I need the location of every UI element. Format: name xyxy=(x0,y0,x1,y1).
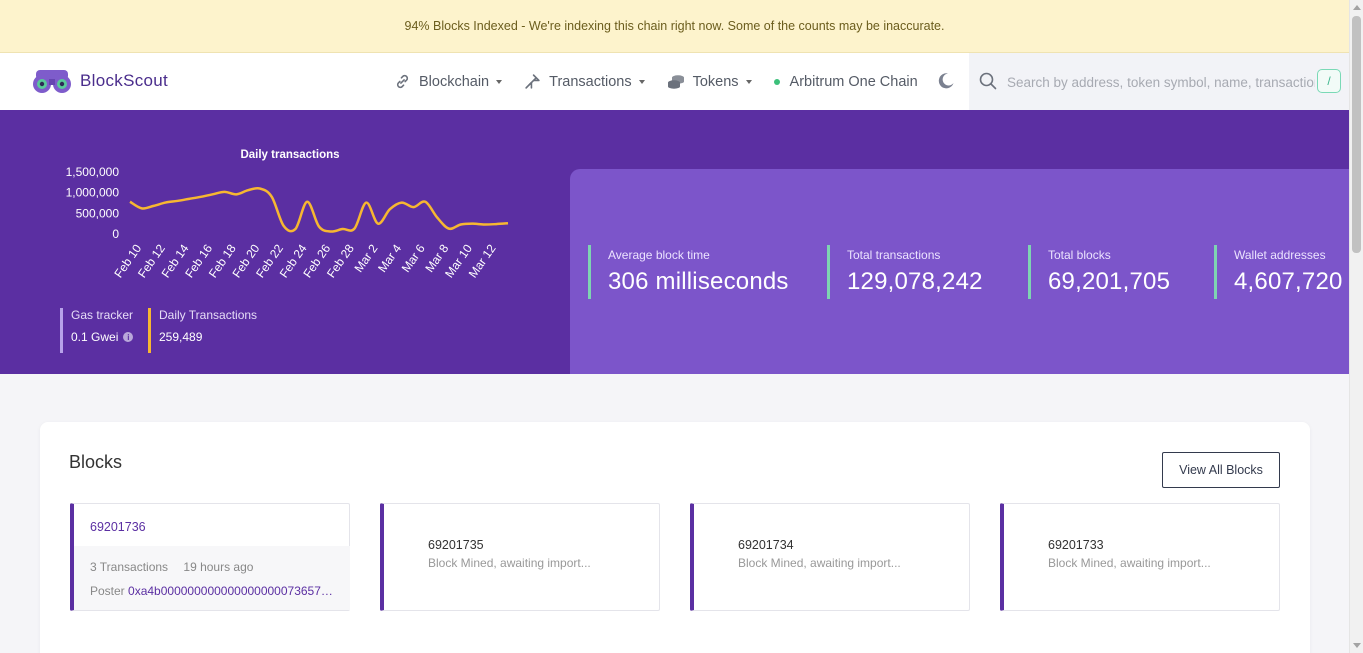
nav-transactions-label: Transactions xyxy=(549,73,632,90)
daily-transactions-label: Daily Transactions xyxy=(159,308,258,322)
block-meta: 3 Transactions 19 hours ago Poster 0xa4b… xyxy=(74,546,350,610)
page-scrollbar[interactable] xyxy=(1349,0,1363,653)
stat-value: 306 milliseconds xyxy=(608,268,789,295)
nav-transactions[interactable]: Transactions xyxy=(524,73,645,90)
stat-total-transactions: Total transactions 129,078,242 xyxy=(827,245,983,299)
moon-icon xyxy=(938,73,954,89)
logo-text: BlockScout xyxy=(80,71,169,90)
block-age: 19 hours ago xyxy=(183,560,254,574)
pending-block-tile: 69201735 Block Mined, awaiting import... xyxy=(380,503,660,611)
y-tick-label: 500,000 xyxy=(76,206,120,220)
network-status-dot xyxy=(773,78,780,85)
blocks-card: Blocks View All Blocks 69201736 3 Transa… xyxy=(40,422,1310,653)
block-tx-count: 3 Transactions xyxy=(90,560,169,574)
blockscout-logo-icon xyxy=(33,70,71,93)
indexing-banner-text: 94% Blocks Indexed - We're indexing this… xyxy=(404,19,945,33)
block-number: 69201735 xyxy=(428,538,484,552)
dashboard-hero: Daily transactions 0 500,000 1,000,000 1,50… xyxy=(0,110,1349,374)
stat-label: Wallet addresses xyxy=(1234,248,1326,262)
transfer-arrows-icon xyxy=(525,74,540,89)
poster-label: Poster xyxy=(90,584,125,598)
stat-label: Total blocks xyxy=(1048,248,1111,262)
info-icon[interactable]: i xyxy=(123,332,134,342)
daily-transactions-chart: 0500,0001,000,0001,500,000Feb 10Feb 12Fe… xyxy=(66,165,509,280)
y-tick-label: 1,000,000 xyxy=(66,186,120,200)
scroll-up-arrow-icon[interactable] xyxy=(1353,5,1361,10)
stat-value: 69,201,705 xyxy=(1048,268,1171,295)
chevron-down-icon xyxy=(496,79,503,84)
stat-wallet-addresses: Wallet addresses 4,607,720 xyxy=(1214,245,1349,299)
stat-total-blocks: Total blocks 69,201,705 xyxy=(1028,245,1170,299)
chevron-down-icon xyxy=(745,79,752,84)
pending-block-tile: 69201733 Block Mined, awaiting import... xyxy=(1000,503,1280,611)
block-status: Block Mined, awaiting import... xyxy=(1048,556,1211,570)
scrollbar-thumb[interactable] xyxy=(1352,16,1361,253)
x-tick-label: Mar 2 xyxy=(351,241,380,274)
theme-toggle[interactable] xyxy=(937,72,955,95)
nav-tokens[interactable]: Tokens xyxy=(667,73,752,90)
logo[interactable]: BlockScout xyxy=(32,67,168,95)
indexing-banner: 94% Blocks Indexed - We're indexing this… xyxy=(0,0,1349,53)
stat-label: Total transactions xyxy=(847,248,941,262)
nav-blockchain[interactable]: Blockchain xyxy=(394,73,503,90)
main-nav: Blockchain Transactions Tokens Arbitrum … xyxy=(394,53,940,110)
search-input[interactable] xyxy=(1007,71,1315,93)
poster-address-link[interactable]: 0xa4b000000000000000000073657… xyxy=(128,584,333,598)
stat-average-block-time: Average block time 306 milliseconds xyxy=(588,245,789,299)
gas-tracker: Gas tracker 0.1 Gwei i xyxy=(60,308,134,353)
y-tick-label: 1,500,000 xyxy=(66,165,120,179)
network-name: Arbitrum One Chain xyxy=(789,73,918,90)
daily-transactions-stat: Daily Transactions 259,489 xyxy=(148,308,257,353)
coins-icon xyxy=(667,75,684,89)
block-number-link[interactable]: 69201736 xyxy=(90,520,146,534)
search-bar: / xyxy=(969,53,1349,110)
nav-tokens-label: Tokens xyxy=(692,73,739,90)
chain-link-icon xyxy=(396,74,409,89)
gas-tracker-value: 0.1 Gwei xyxy=(71,330,119,344)
block-number: 69201733 xyxy=(1048,538,1104,552)
daily-transactions-value: 259,489 xyxy=(159,330,203,344)
block-status: Block Mined, awaiting import... xyxy=(738,556,901,570)
chevron-down-icon xyxy=(638,79,645,84)
x-tick-label: Mar 6 xyxy=(399,241,428,274)
series-line xyxy=(129,186,509,233)
blocks-title: Blocks xyxy=(69,452,123,472)
block-tile: 69201736 3 Transactions 19 hours ago Pos… xyxy=(70,503,350,611)
stat-value: 4,607,720 xyxy=(1234,268,1343,295)
block-status: Block Mined, awaiting import... xyxy=(428,556,591,570)
stat-value: 129,078,242 xyxy=(847,268,983,295)
scroll-down-arrow-icon[interactable] xyxy=(1353,643,1361,648)
search-shortcut-key: / xyxy=(1317,69,1341,93)
view-all-blocks-button[interactable]: View All Blocks xyxy=(1162,452,1280,488)
pending-block-tile: 69201734 Block Mined, awaiting import... xyxy=(690,503,970,611)
stat-label: Average block time xyxy=(608,248,710,262)
block-number: 69201734 xyxy=(738,538,794,552)
search-icon xyxy=(979,72,997,90)
gas-tracker-label: Gas tracker xyxy=(71,308,134,322)
y-tick-label: 0 xyxy=(112,227,119,241)
x-tick-label: Mar 4 xyxy=(375,241,404,274)
header: BlockScout Blockchain Transactions Token… xyxy=(0,53,1349,110)
nav-blockchain-label: Blockchain xyxy=(419,73,490,90)
network-selector[interactable]: Arbitrum One Chain xyxy=(773,73,918,90)
